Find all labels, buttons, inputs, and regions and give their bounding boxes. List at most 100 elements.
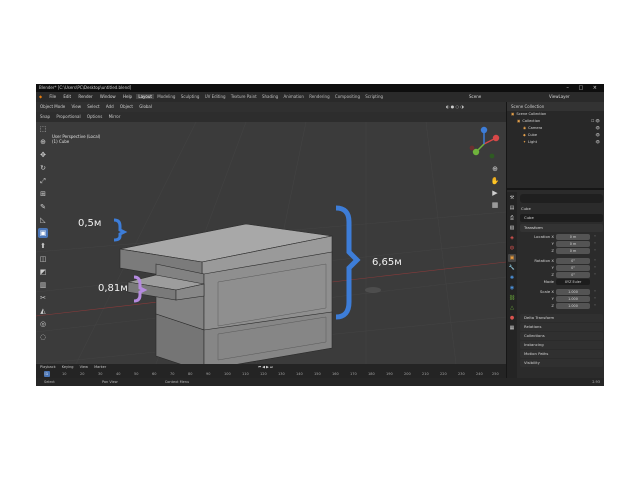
keyframe-dot-icon[interactable]: ◦ xyxy=(594,257,596,264)
scale-z-field[interactable]: 1.000 xyxy=(556,303,590,309)
camera-view-icon[interactable]: ▶ xyxy=(490,188,500,198)
zoom-icon[interactable]: ⊕ xyxy=(490,164,500,174)
field-label: Y xyxy=(551,296,554,301)
inset-tool-icon[interactable]: ◫ xyxy=(38,254,48,264)
tab-shading[interactable]: Shading xyxy=(260,94,280,99)
measure-tool-icon[interactable]: ◺ xyxy=(38,215,48,225)
loop-cut-tool-icon[interactable]: ▥ xyxy=(38,280,48,290)
outliner-row[interactable]: ✦ Light 👁 xyxy=(507,139,604,146)
modifier-tab-icon[interactable]: 🔧 xyxy=(508,264,516,272)
particles-tab-icon[interactable]: ✺ xyxy=(508,274,516,282)
tab-animation[interactable]: Animation xyxy=(282,94,306,99)
cursor-tool-icon[interactable]: ⊕ xyxy=(38,137,48,147)
relations-panel[interactable]: Relations xyxy=(520,323,603,331)
move-tool-icon[interactable]: ✥ xyxy=(38,150,48,160)
render-tab-icon[interactable]: ▤ xyxy=(508,204,516,212)
extrude-tool-icon[interactable]: ⬆ xyxy=(38,241,48,251)
texture-tab-icon[interactable]: ▦ xyxy=(508,324,516,332)
scale-tool-icon[interactable]: ⤢ xyxy=(38,176,48,186)
outliner-row[interactable]: ▣ Scene Collection xyxy=(507,111,604,118)
menu-render[interactable]: Render xyxy=(75,94,95,99)
rotate-tool-icon[interactable]: ↻ xyxy=(38,163,48,173)
menu-file[interactable]: File xyxy=(46,94,59,99)
tab-texture-paint[interactable]: Texture Paint xyxy=(229,94,259,99)
tool-tab-icon[interactable]: ⚒ xyxy=(508,194,516,202)
spin-tool-icon[interactable]: ◎ xyxy=(38,319,48,329)
menu-edit[interactable]: Edit xyxy=(60,94,74,99)
ortho-grid-icon[interactable]: ▦ xyxy=(490,200,500,210)
keyframe-dot-icon[interactable]: ◦ xyxy=(594,264,596,271)
smooth-tool-icon[interactable]: ◌ xyxy=(38,332,48,342)
scene-tab-icon[interactable]: ◈ xyxy=(508,234,516,242)
collection-icon: ▣ xyxy=(517,119,521,123)
poly-build-tool-icon[interactable]: ◭ xyxy=(38,306,48,316)
visibility-toggle-icon[interactable]: 👁 xyxy=(595,132,600,139)
menu-window[interactable]: Window xyxy=(97,94,119,99)
motion-paths-panel[interactable]: Motion Paths xyxy=(520,350,603,358)
rotation-mode-select[interactable]: XYZ Euler xyxy=(556,279,590,285)
transform-tool-icon[interactable]: ⊞ xyxy=(38,189,48,199)
collections-panel[interactable]: Collections xyxy=(520,332,603,340)
scene-selector[interactable]: Scene xyxy=(466,92,484,102)
blender-logo-icon[interactable]: ◆ xyxy=(36,94,45,99)
cabinet-model[interactable] xyxy=(119,223,333,364)
object-tab-icon[interactable]: ▣ xyxy=(508,254,516,262)
tab-compositing[interactable]: Compositing xyxy=(333,94,362,99)
timeline-view-menu[interactable]: View xyxy=(80,365,88,369)
outliner-row[interactable]: ◆ Cube 👁 xyxy=(507,132,604,139)
tab-scripting[interactable]: Scripting xyxy=(363,94,385,99)
scale-y-row: Y 1.000 ◦ xyxy=(518,295,604,302)
tab-layout[interactable]: Layout xyxy=(136,94,154,99)
tab-rendering[interactable]: Rendering xyxy=(307,94,331,99)
pan-hand-icon[interactable]: ✋ xyxy=(490,176,500,186)
tab-sculpting[interactable]: Sculpting xyxy=(179,94,202,99)
select-box-tool-icon[interactable]: ⬚ xyxy=(38,124,48,134)
delta-transform-panel[interactable]: Delta Transform xyxy=(520,314,603,322)
physics-tab-icon[interactable]: ◉ xyxy=(508,284,516,292)
add-cube-tool-icon[interactable]: ▣ xyxy=(38,228,48,238)
outliner-row[interactable]: ▣ Collection ☐ 👁 xyxy=(507,118,604,125)
visibility-toggle-icon[interactable]: 👁 xyxy=(595,139,600,146)
location-z-field[interactable]: 0 m xyxy=(556,248,590,254)
keyframe-dot-icon[interactable]: ◦ xyxy=(594,288,596,295)
visibility-panel[interactable]: Visibility xyxy=(520,359,603,367)
view-layer-selector[interactable]: ViewLayer xyxy=(546,92,573,102)
tab-modeling[interactable]: Modeling xyxy=(155,94,177,99)
menu-help[interactable]: Help xyxy=(120,94,135,99)
timeline-keying-menu[interactable]: Keying xyxy=(62,365,74,369)
keyframe-dot-icon[interactable]: ◦ xyxy=(594,302,596,309)
transform-panel-header[interactable]: Transform xyxy=(520,224,603,232)
keyframe-dot-icon[interactable]: ◦ xyxy=(594,233,596,240)
instancing-panel[interactable]: Instancing xyxy=(520,341,603,349)
visibility-toggle-icon[interactable]: 👁 xyxy=(595,125,600,132)
navigation-gizmo[interactable] xyxy=(466,126,502,162)
tool-shelf: ⬚ ⊕ ✥ ↻ ⤢ ⊞ ✎ ◺ ▣ ⬆ ◫ ◩ ▥ ✂ ◭ ◎ ◌ xyxy=(38,124,50,364)
location-z-row: Z0 m ◦ xyxy=(518,247,604,254)
timeline-marker-menu[interactable]: Marker xyxy=(94,365,106,369)
outliner-row[interactable]: ◉ Camera 👁 xyxy=(507,125,604,132)
3d-viewport[interactable]: Object Mode View Select Add Object Globa… xyxy=(36,102,506,364)
object-name-field[interactable]: Cube xyxy=(520,214,603,222)
properties-search-input[interactable] xyxy=(520,194,603,203)
output-tab-icon[interactable]: ⎙ xyxy=(508,214,516,222)
annotate-tool-icon[interactable]: ✎ xyxy=(38,202,48,212)
data-tab-icon[interactable]: △ xyxy=(508,304,516,312)
visibility-toggle-icon[interactable]: ☐ 👁 xyxy=(591,118,600,125)
timeline-editor[interactable]: Playback Keying View Marker ⏮ ◀ ▶ ⏭ 1 0 … xyxy=(36,364,506,378)
keyframe-dot-icon[interactable]: ◦ xyxy=(594,247,596,254)
world-tab-icon[interactable]: ◍ xyxy=(508,244,516,252)
constraints-tab-icon[interactable]: ⛓ xyxy=(508,294,516,302)
bevel-tool-icon[interactable]: ◩ xyxy=(38,267,48,277)
keyframe-dot-icon[interactable]: ◦ xyxy=(594,240,596,247)
timeline-ruler[interactable]: 1 0 10 20 30 40 50 60 70 80 90 100 110 1… xyxy=(36,370,506,378)
tab-uv-editing[interactable]: UV Editing xyxy=(203,94,228,99)
rotation-mode-row: Mode XYZ Euler xyxy=(518,278,604,285)
keyframe-dot-icon[interactable]: ◦ xyxy=(594,271,596,278)
window-controls[interactable]: – □ × xyxy=(566,84,601,92)
timeline-playback-menu[interactable]: Playback xyxy=(40,365,56,369)
material-tab-icon[interactable]: ● xyxy=(508,314,516,322)
keyframe-dot-icon[interactable]: ◦ xyxy=(594,295,596,302)
knife-tool-icon[interactable]: ✂ xyxy=(38,293,48,303)
view-layer-tab-icon[interactable]: ▧ xyxy=(508,224,516,232)
outliner[interactable]: Scene Collection ▣ Scene Collection ▣ Coll… xyxy=(507,102,604,190)
